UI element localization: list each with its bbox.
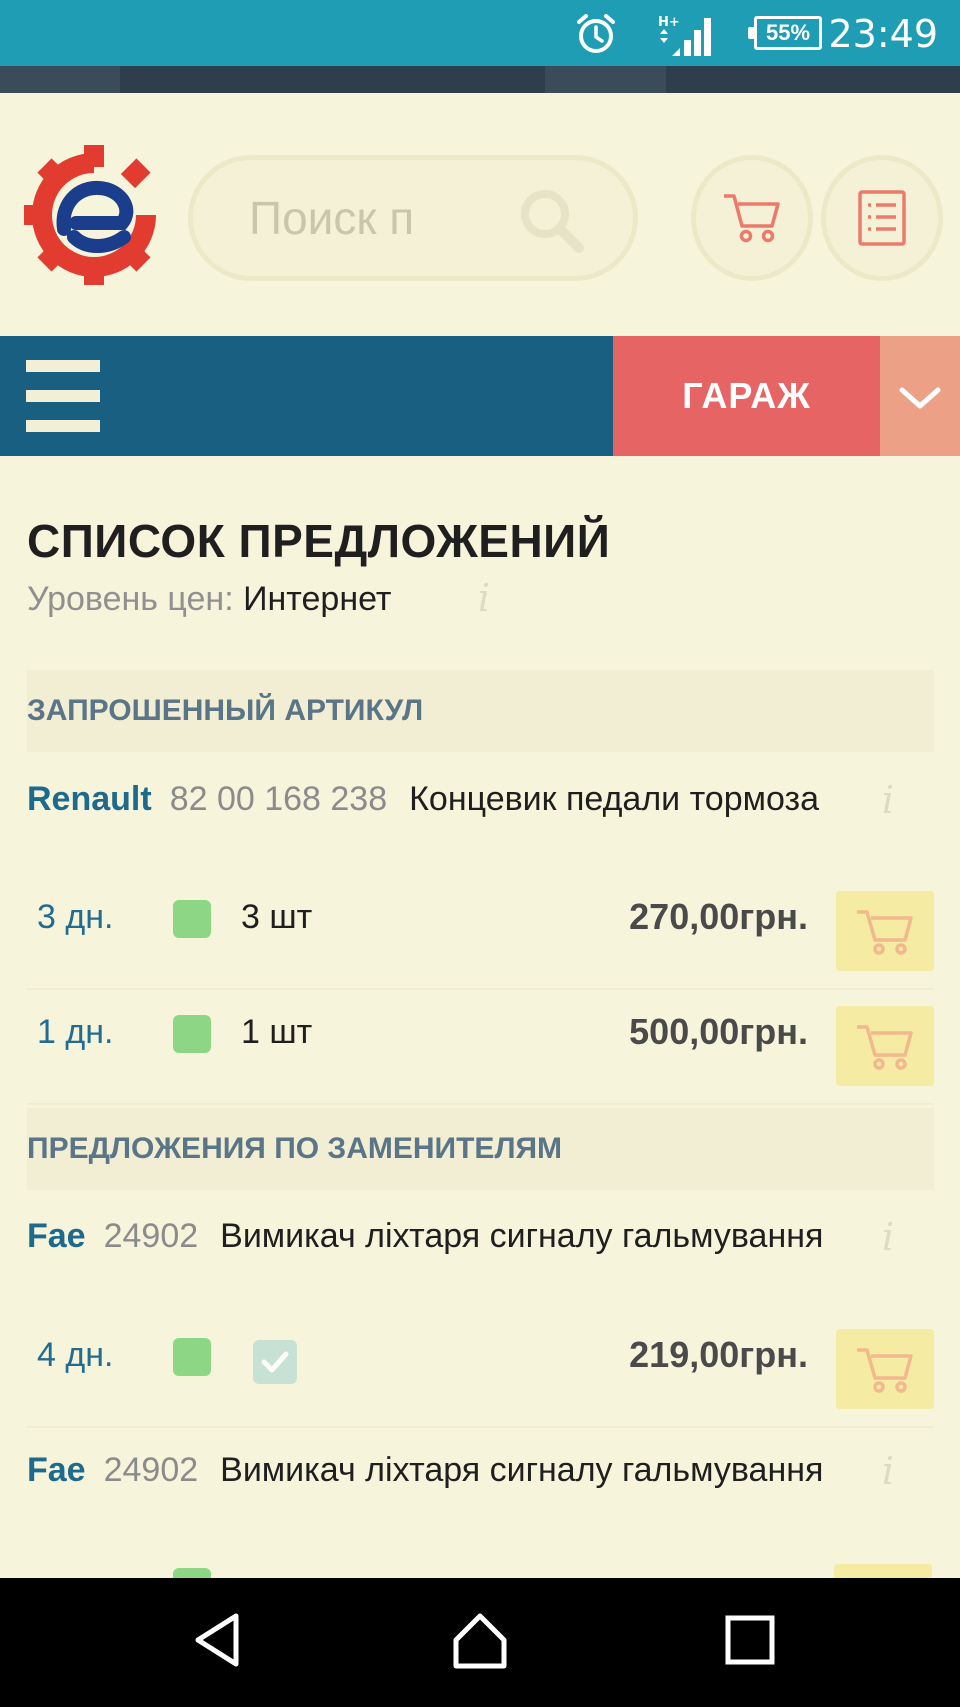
battery-percent: 55% [765, 20, 811, 45]
product-info-icon[interactable]: i [866, 1449, 910, 1493]
alarm-icon [577, 14, 615, 53]
delivery-days: 1 дн. [37, 1013, 114, 1051]
cart-icon [724, 194, 780, 243]
offer-row: 1 дн. 1 шт 500,00грн. [27, 993, 934, 1105]
substitutes-title: ПРЕДЛОЖЕНИЯ ПО ЗАМЕНИТЕЛЯМ [27, 1132, 563, 1165]
product-brand[interactable]: Fae [27, 1451, 86, 1489]
system-navigation-bar [0, 1578, 960, 1707]
site-header [0, 93, 960, 336]
product-info-icon[interactable]: i [866, 778, 910, 822]
cart-button[interactable] [691, 155, 813, 281]
back-icon[interactable] [188, 1610, 248, 1670]
stock-indicator [173, 1015, 211, 1053]
substitutes-header: ПРЕДЛОЖЕНИЯ ПО ЗАМЕНИТЕЛЯМ [27, 1108, 934, 1190]
checkbox[interactable] [253, 1340, 297, 1384]
requested-article-header: ЗАПРОШЕННЫЙ АРТИКУЛ [27, 670, 934, 752]
offer-price: 500,00грн. [629, 1011, 808, 1052]
price-level-info-icon[interactable]: i [462, 576, 506, 620]
price-level: Уровень цен: Интернет [27, 580, 391, 619]
garage-dropdown-toggle[interactable] [880, 336, 960, 456]
product-substitute: Fae 24902 Вимикач ліхтаря сигналу гальмува… [27, 1443, 847, 1497]
stock-quantity: 1 шт [241, 1013, 313, 1051]
search-icon[interactable] [513, 182, 593, 262]
page-title: СПИСОК ПРЕДЛОЖЕНИЙ [27, 515, 611, 567]
recent-apps-icon[interactable] [720, 1610, 780, 1670]
site-logo[interactable] [24, 145, 164, 285]
product-brand[interactable]: Renault [27, 780, 152, 818]
product-article: 24902 [103, 1451, 199, 1489]
product-substitute: Fae 24902 Вимикач ліхтаря сигналу гальмува… [27, 1209, 847, 1263]
product-name: Вимикач ліхтаря сигналу гальмування [220, 1451, 824, 1489]
garage-button[interactable]: ГАРАЖ [613, 336, 880, 456]
offers-content: СПИСОК ПРЕДЛОЖЕНИЙ Уровень цен: Интернет… [0, 456, 960, 1578]
stock-quantity: 3 шт [241, 898, 313, 936]
search-box [188, 155, 638, 281]
add-to-cart-button[interactable] [836, 1329, 934, 1409]
price-level-label: Уровень цен: [27, 580, 234, 618]
stock-indicator [173, 1338, 211, 1376]
menu-icon[interactable] [26, 360, 100, 432]
requested-article-title: ЗАПРОШЕННЫЙ АРТИКУЛ [27, 694, 424, 727]
chevron-down-icon [899, 387, 941, 409]
stock-indicator [173, 1568, 211, 1578]
offer-row: 4 дн. 219,00грн. [27, 1316, 934, 1428]
delivery-days: 3 дн. [37, 898, 114, 936]
product-article: 82 00 168 238 [169, 780, 388, 818]
add-to-cart-button[interactable] [836, 891, 934, 971]
status-bar: H+ 55% 23:49 [0, 0, 960, 66]
cart-icon [857, 1025, 913, 1070]
offer-price: 270,00грн. [629, 896, 808, 937]
product-article: 24902 [103, 1217, 199, 1255]
cart-icon [857, 910, 913, 955]
delivery-days: 4 дн. [37, 1336, 114, 1374]
main-navbar: ГАРАЖ [0, 336, 960, 456]
battery-icon: 55% [748, 16, 822, 50]
product-name: Концевик педали тормоза [409, 780, 820, 818]
add-to-cart-button[interactable] [834, 1564, 932, 1578]
product-requested: Renault 82 00 168 238 Концевик педали торм… [27, 772, 847, 826]
network-type-label: H+ [658, 15, 680, 30]
stock-indicator [173, 900, 211, 938]
search-input[interactable] [249, 184, 509, 252]
list-icon [858, 190, 906, 246]
order-list-button[interactable] [821, 155, 943, 281]
clock: 23:49 [828, 12, 938, 56]
home-icon[interactable] [450, 1610, 510, 1670]
product-brand[interactable]: Fae [27, 1217, 86, 1255]
check-icon [261, 1351, 289, 1373]
cart-icon [857, 1348, 913, 1393]
price-level-value: Интернет [243, 580, 392, 618]
product-name: Вимикач ліхтаря сигналу гальмування [220, 1217, 824, 1255]
add-to-cart-button[interactable] [836, 1006, 934, 1086]
offer-row: 3 дн. 3 шт 270,00грн. [27, 878, 934, 990]
signal-icon: H+ [658, 15, 711, 56]
browser-toolbar-strip [0, 66, 960, 93]
offer-price: 219,00грн. [629, 1334, 808, 1375]
product-info-icon[interactable]: i [866, 1215, 910, 1259]
